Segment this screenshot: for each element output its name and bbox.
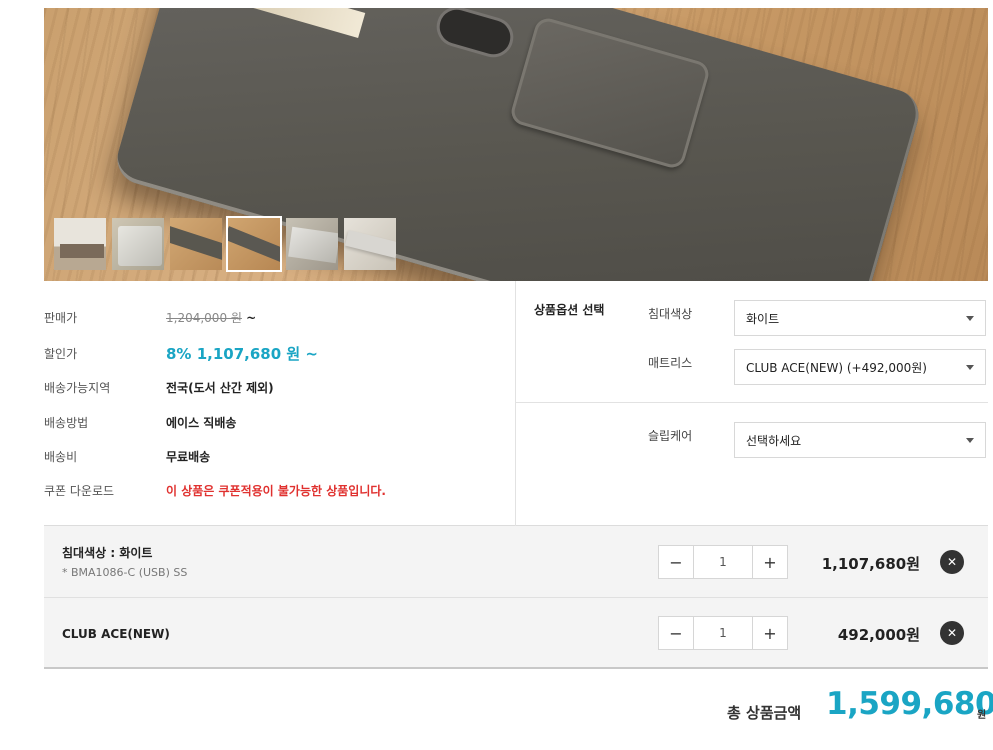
- spec-value: 1,204,000 원 ~: [166, 309, 256, 326]
- thumbnail-strip: [52, 216, 398, 272]
- selected-item-row: CLUB ACE(NEW) − 1 + 492,000원 ✕: [44, 598, 988, 668]
- sleep-care-select[interactable]: 선택하세요: [734, 422, 986, 458]
- quantity-increase-button[interactable]: +: [753, 546, 787, 578]
- selected-item-name: 침대색상 : 화이트: [62, 546, 153, 560]
- bed-color-select[interactable]: 화이트: [734, 300, 986, 336]
- spec-label: 판매가: [44, 310, 78, 325]
- total-label: 총 상품금액: [727, 704, 802, 722]
- sleep-care-label: 슬립케어: [648, 429, 693, 443]
- thumbnail-4-active[interactable]: [226, 216, 282, 272]
- total-amount: 1,599,680: [826, 686, 993, 722]
- coupon-notice: 이 상품은 쿠폰적용이 불가능한 상품입니다.: [166, 483, 386, 498]
- chevron-down-icon: [966, 316, 974, 321]
- selected-item-name: CLUB ACE(NEW): [62, 627, 170, 641]
- bed-color-label: 침대색상: [648, 307, 693, 321]
- spec-label: 배송가능지역: [44, 380, 111, 395]
- bed-color-value: 화이트: [746, 311, 780, 326]
- mattress-select[interactable]: CLUB ACE(NEW) (+492,000원): [734, 349, 986, 385]
- chevron-down-icon: [966, 365, 974, 370]
- selected-item-price: 492,000원: [837, 626, 920, 644]
- quantity-decrease-button[interactable]: −: [659, 546, 693, 578]
- option-section-title: 상품옵션 선택: [534, 303, 605, 317]
- sale-price: 8% 1,107,680 원 ~: [166, 344, 318, 363]
- list-price-suffix: ~: [246, 310, 257, 325]
- thumbnail-3[interactable]: [168, 216, 224, 272]
- quantity-stepper: − 1 +: [658, 545, 788, 579]
- mattress-value: CLUB ACE(NEW) (+492,000원): [746, 360, 927, 375]
- remove-item-close-icon[interactable]: ✕: [940, 621, 964, 645]
- selected-item-price: 1,107,680원: [821, 555, 920, 573]
- spec-label: 할인가: [44, 346, 78, 361]
- quantity-stepper: − 1 +: [658, 616, 788, 650]
- quantity-value[interactable]: 1: [693, 617, 753, 649]
- total-unit: 원: [977, 710, 987, 721]
- spec-label: 배송방법: [44, 415, 89, 430]
- spec-label: 배송비: [44, 449, 78, 464]
- sleep-care-value: 선택하세요: [746, 433, 802, 448]
- thumbnail-6[interactable]: [342, 216, 398, 272]
- thumbnail-5[interactable]: [284, 216, 340, 272]
- spec-label: 쿠폰 다운로드: [44, 483, 115, 498]
- spec-value: 무료배송: [166, 449, 211, 464]
- list-price: 1,204,000 원: [166, 310, 242, 325]
- spec-value: 에이스 직배송: [166, 415, 237, 430]
- selected-item-row: 침대색상 : 화이트 * BMA1086-C (USB) SS − 1 + 1,…: [44, 526, 988, 598]
- selected-item-sku: * BMA1086-C (USB) SS: [62, 566, 188, 579]
- mattress-label: 매트리스: [648, 356, 693, 370]
- quantity-decrease-button[interactable]: −: [659, 617, 693, 649]
- quantity-value[interactable]: 1: [693, 546, 753, 578]
- quantity-increase-button[interactable]: +: [753, 617, 787, 649]
- option-divider: [516, 402, 988, 403]
- remove-item-close-icon[interactable]: ✕: [940, 550, 964, 574]
- thumbnail-2[interactable]: [110, 216, 166, 272]
- product-info-panel: 판매가 1,204,000 원 ~ 할인가 8% 1,107,680 원 ~ 배…: [44, 281, 988, 526]
- thumbnail-1[interactable]: [52, 216, 108, 272]
- chevron-down-icon: [966, 438, 974, 443]
- panel-divider: [515, 281, 516, 526]
- total-divider: [44, 667, 988, 669]
- spec-value: 전국(도서 산간 제외): [166, 380, 274, 395]
